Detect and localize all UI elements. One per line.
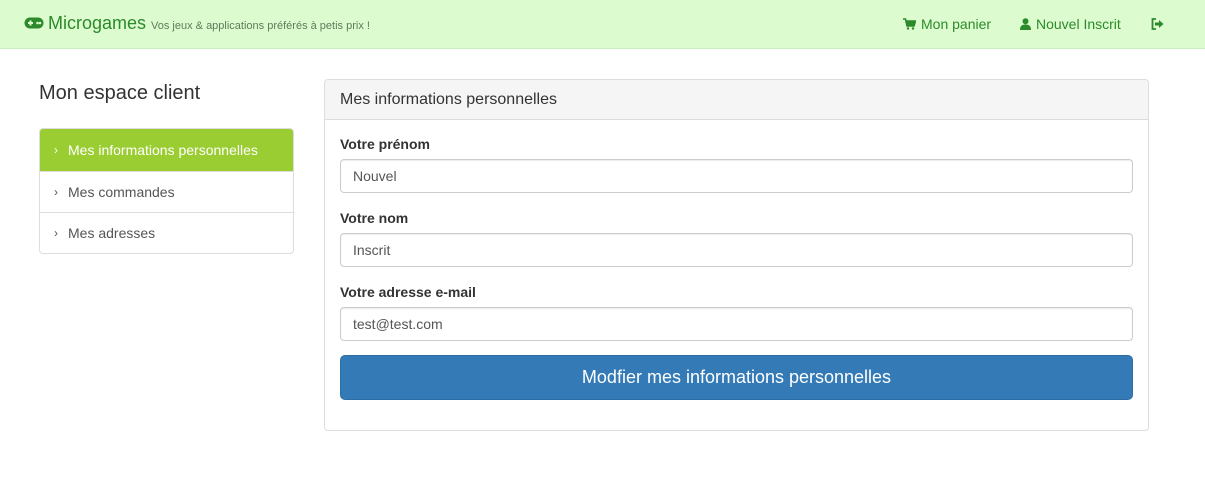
logout-button[interactable] xyxy=(1151,15,1169,33)
sidebar-menu: › Mes informations personnelles › Mes co… xyxy=(39,128,294,254)
sidebar-item-label: Mes commandes xyxy=(68,184,175,200)
top-navbar: Microgames Vos jeux & applications préfé… xyxy=(0,0,1205,49)
sidebar-item-label: Mes adresses xyxy=(68,225,156,241)
email-field[interactable] xyxy=(340,307,1133,341)
cart-link[interactable]: Mon panier xyxy=(903,15,991,33)
sidebar-item-addresses[interactable]: › Mes adresses xyxy=(40,212,293,253)
chevron-right-icon: › xyxy=(54,226,58,240)
submit-button[interactable]: Modfier mes informations personnelles xyxy=(340,355,1133,400)
first-name-field[interactable] xyxy=(340,159,1133,193)
last-name-field[interactable] xyxy=(340,233,1133,267)
brand-name: Microgames xyxy=(48,13,147,33)
email-label: Votre adresse e-mail xyxy=(340,284,476,300)
sign-out-icon xyxy=(1151,18,1164,30)
chevron-right-icon: › xyxy=(54,143,58,157)
last-name-label: Votre nom xyxy=(340,210,409,226)
cart-icon xyxy=(903,18,916,30)
brand-tagline: Vos jeux & applications préférés à petis… xyxy=(151,20,370,32)
chevron-right-icon: › xyxy=(54,185,58,199)
user-account-link[interactable]: Nouvel Inscrit xyxy=(1020,15,1121,33)
user-label: Nouvel Inscrit xyxy=(1036,16,1121,32)
first-name-label: Votre prénom xyxy=(340,136,430,152)
sidebar-item-personal-info[interactable]: › Mes informations personnelles xyxy=(40,129,293,171)
brand-link[interactable]: Microgames Vos jeux & applications préfé… xyxy=(24,13,370,35)
sidebar-item-orders[interactable]: › Mes commandes xyxy=(40,171,293,212)
sidebar-title: Mon espace client xyxy=(39,82,201,104)
user-icon xyxy=(1020,18,1031,30)
gamepad-icon xyxy=(24,16,44,29)
personal-info-panel: Mes informations personnelles Votre prén… xyxy=(324,79,1149,431)
panel-title: Mes informations personnelles xyxy=(325,80,1148,120)
sidebar-item-label: Mes informations personnelles xyxy=(68,142,258,158)
cart-label: Mon panier xyxy=(921,16,992,32)
